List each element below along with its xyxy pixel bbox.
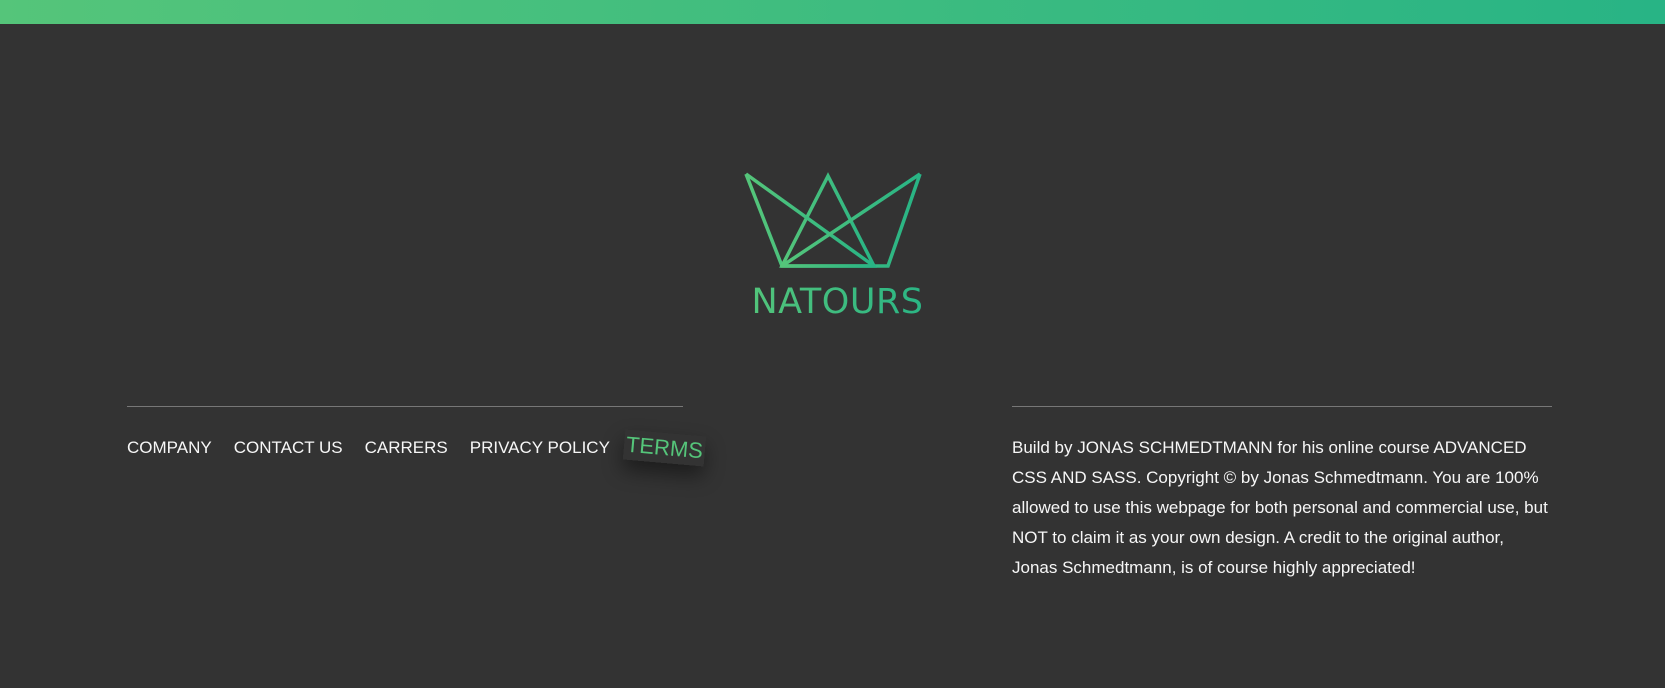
nav-link-carrers[interactable]: CARRERS: [365, 438, 448, 458]
footer: NATOURS COMPANY CONTACT US CARRERS PRIVA…: [0, 24, 1665, 688]
nav-link-company[interactable]: COMPANY: [127, 438, 212, 458]
copyright-text: Build by JONAS SCHMEDTMANN for his onlin…: [1012, 406, 1552, 583]
footer-navigation: COMPANY CONTACT US CARRERS PRIVACY POLIC…: [127, 406, 704, 463]
footer-logo[interactable]: NATOURS: [740, 146, 935, 326]
brand-name: NATOURS: [740, 282, 935, 322]
crown-triangles-icon: [744, 172, 922, 268]
top-gradient-band: [0, 0, 1665, 24]
nav-link-terms[interactable]: TERMS: [623, 430, 706, 467]
nav-link-privacy-policy[interactable]: PRIVACY POLICY: [470, 438, 610, 458]
nav-link-contact-us[interactable]: CONTACT US: [234, 438, 343, 458]
